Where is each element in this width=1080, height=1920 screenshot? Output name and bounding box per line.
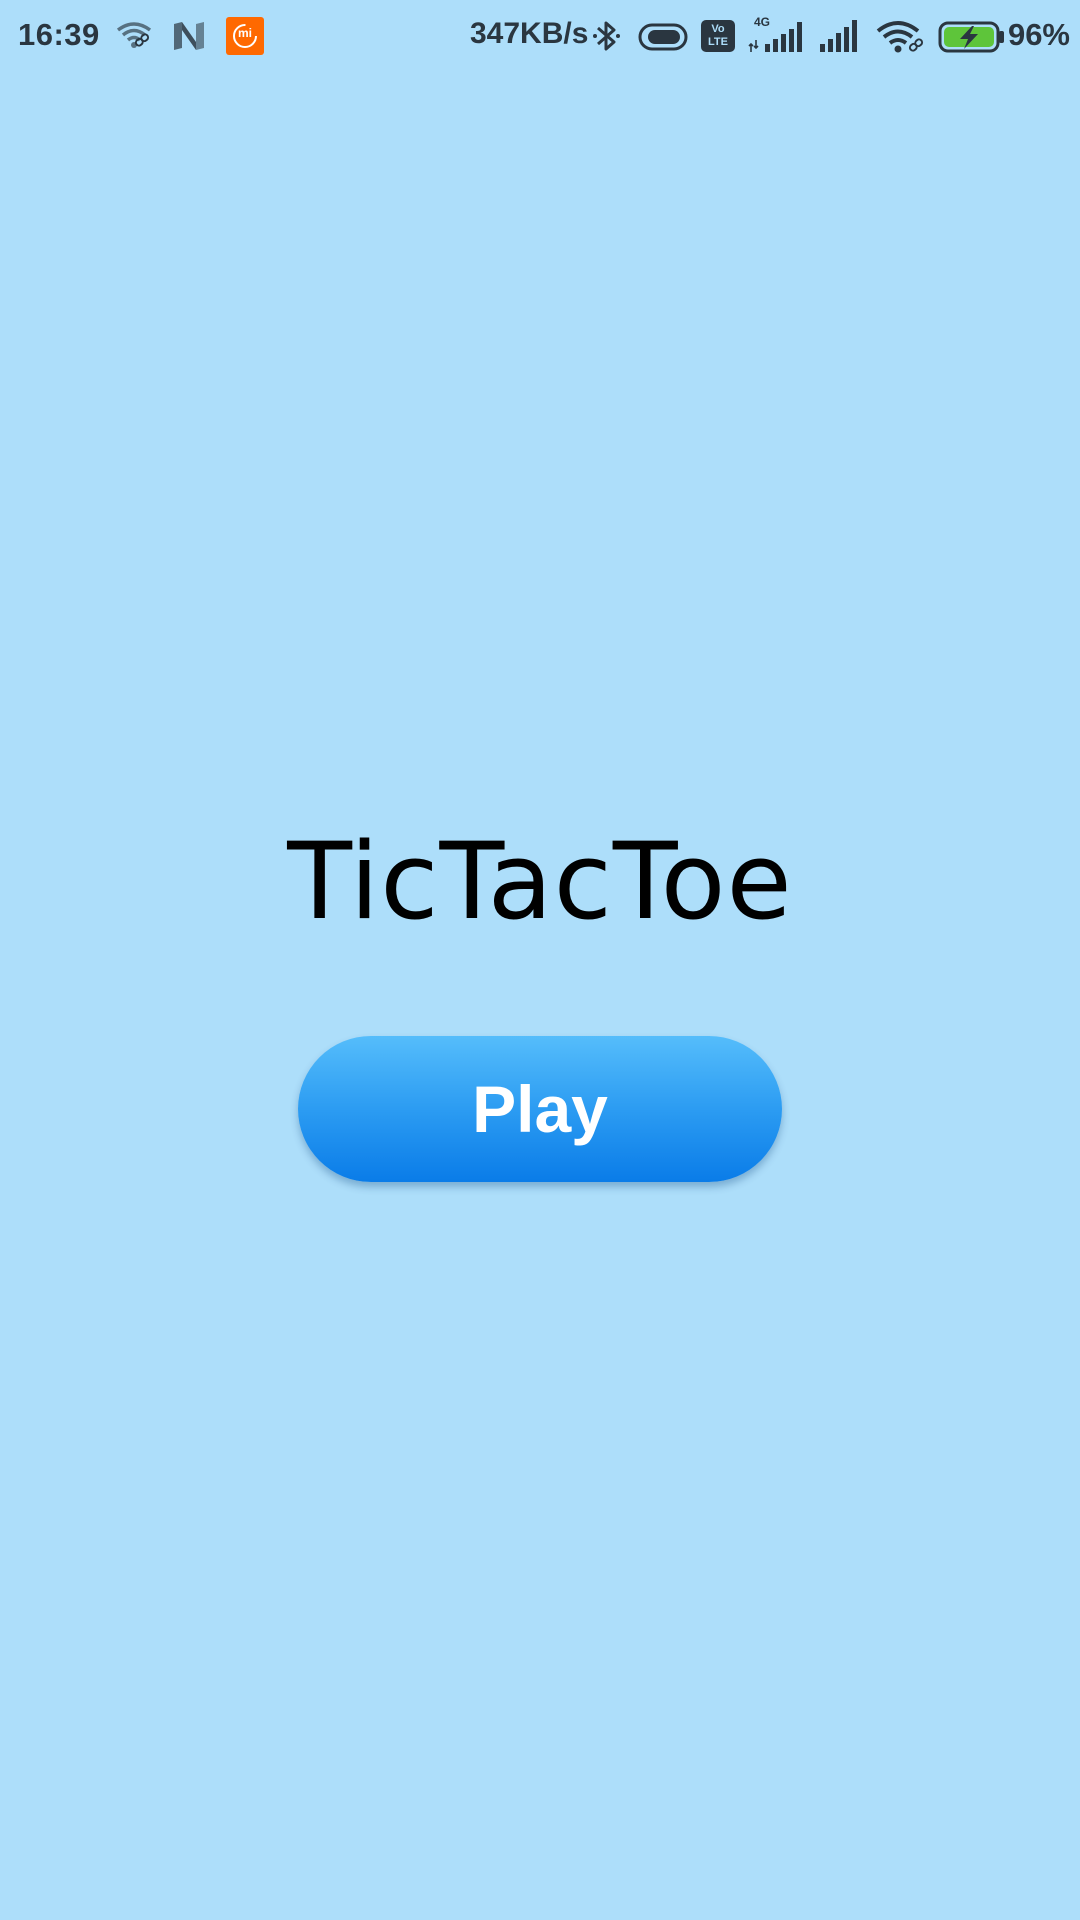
play-button[interactable]: Play (298, 1036, 782, 1182)
mi-app-icon: mi (226, 17, 264, 55)
toggle-icon (638, 23, 688, 51)
volte-icon: Vo LTE (701, 20, 735, 52)
signal-4g-icon: 4G (748, 15, 802, 52)
play-button-label: Play (472, 1072, 608, 1146)
battery-percent: 96% (1007, 17, 1070, 52)
bluetooth-icon (593, 21, 620, 51)
wifi-icon (876, 21, 924, 53)
status-bar: 16:39 mi 347KB/s Vo LTE 4G 96% (0, 0, 1080, 72)
network-speed: 347KB/s (470, 17, 589, 50)
signal-icon (820, 20, 857, 52)
battery-charging-icon (938, 21, 1004, 53)
page-title: TicTacToe (287, 820, 793, 943)
n-notification-icon (174, 22, 204, 50)
svg-text:4G: 4G (754, 15, 770, 29)
wifi-link-icon (116, 22, 152, 48)
status-time: 16:39 (18, 17, 100, 52)
